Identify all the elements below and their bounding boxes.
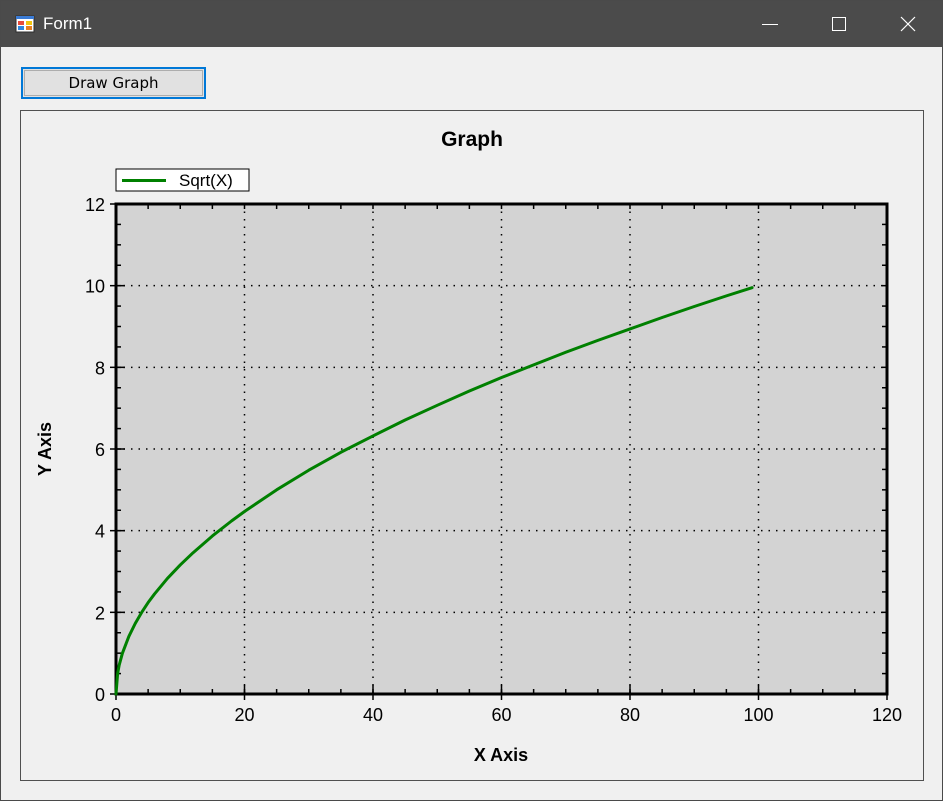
y-tick-label: 0 xyxy=(95,685,105,705)
y-tick-label: 4 xyxy=(95,522,105,542)
legend-label: Sqrt(X) xyxy=(179,171,233,190)
x-tick-label: 60 xyxy=(491,705,511,725)
y-tick-label: 2 xyxy=(95,603,105,623)
y-tick-label: 12 xyxy=(85,195,105,215)
y-tick-label: 6 xyxy=(95,440,105,460)
chart-title: Graph xyxy=(441,128,503,151)
x-tick-label: 40 xyxy=(363,705,383,725)
form-app-icon xyxy=(15,14,35,34)
y-tick-label: 8 xyxy=(95,358,105,378)
title-bar[interactable]: Form1 xyxy=(1,1,942,47)
draw-graph-button[interactable]: Draw Graph xyxy=(21,67,206,99)
x-tick-label: 0 xyxy=(111,705,121,725)
maximize-icon xyxy=(832,17,846,31)
legend: Sqrt(X) xyxy=(115,168,250,192)
x-tick-labels: 0 20 40 60 80 100 120 xyxy=(111,705,902,725)
close-button[interactable] xyxy=(873,1,943,47)
close-icon xyxy=(900,16,916,32)
chart-svg: Graph Sqrt(X) 0 20 40 60 80 100 120 024681012 … xyxy=(35,128,902,765)
y-tick-labels: 0 2 4 6 8 10 12 xyxy=(85,195,105,705)
minimize-icon xyxy=(762,24,778,25)
plot-area xyxy=(116,204,887,694)
maximize-button[interactable] xyxy=(804,1,874,47)
x-tick-label: 120 xyxy=(872,705,902,725)
x-tick-label: 100 xyxy=(743,705,773,725)
x-axis-label: X Axis xyxy=(474,745,528,765)
y-tick-label: 10 xyxy=(85,277,105,297)
minimize-button[interactable] xyxy=(735,1,805,47)
form-window: Form1 Draw Graph Graph Sqrt(X) 0 20 40 6… xyxy=(0,0,943,801)
x-tick-label: 80 xyxy=(620,705,640,725)
y-axis-label: Y Axis xyxy=(35,422,55,476)
x-tick-label: 20 xyxy=(234,705,254,725)
chart-panel: Graph Sqrt(X) 0 20 40 60 80 100 120 0 2 4 6 8 10 12 … xyxy=(20,110,924,781)
window-title: Form1 xyxy=(43,14,93,33)
